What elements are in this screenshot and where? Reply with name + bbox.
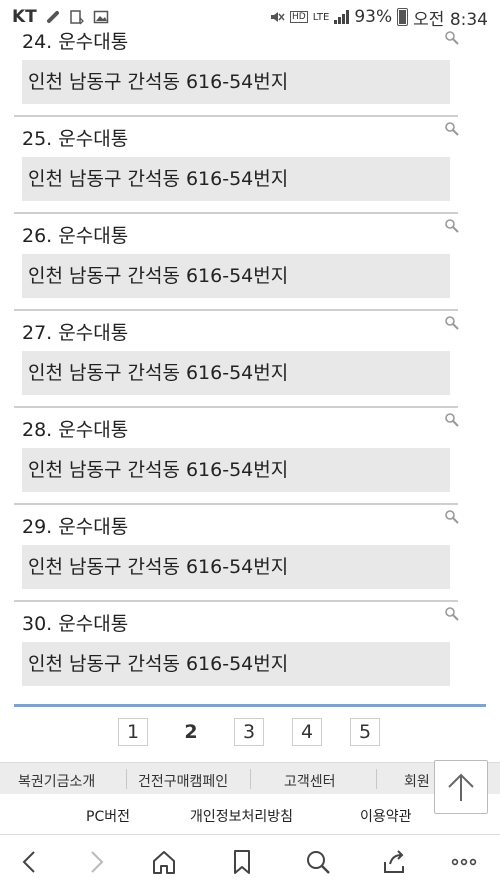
search-icon[interactable] <box>444 121 460 137</box>
screenshot-icon <box>70 10 84 25</box>
divider <box>250 769 251 789</box>
store-name: 26. 운수대통 <box>22 225 129 247</box>
list-divider <box>14 704 486 707</box>
search-icon[interactable] <box>304 848 332 876</box>
battery-label: 93% <box>354 7 393 27</box>
home-icon[interactable] <box>150 848 178 876</box>
search-icon[interactable] <box>444 315 460 331</box>
page-button[interactable]: 3 <box>234 718 264 746</box>
page-button-current[interactable]: 2 <box>176 718 206 746</box>
link-icon <box>46 11 59 23</box>
store-address: 인천 남동구 간석동 616-54번지 <box>22 642 450 686</box>
battery-icon <box>397 8 409 26</box>
footer-links: PC버전 개인정보처리방침 이용약관 <box>0 794 500 834</box>
scroll-top-button[interactable] <box>434 760 488 814</box>
signal-icon <box>334 10 350 24</box>
search-icon[interactable] <box>444 30 460 46</box>
search-icon[interactable] <box>444 412 460 428</box>
mute-icon <box>271 12 285 22</box>
list-item[interactable]: 29. 운수대통 인천 남동구 간석동 616-54번지 <box>14 505 460 602</box>
footer-menu: 복권기금소개 건전구매캠페인 고객센터 회원 <box>0 762 500 795</box>
share-icon[interactable] <box>380 848 408 876</box>
store-name: 24. 운수대통 <box>22 31 129 53</box>
store-address: 인천 남동구 간석동 616-54번지 <box>22 545 450 589</box>
divider <box>126 769 127 789</box>
bookmark-icon[interactable] <box>228 848 256 876</box>
page-button[interactable]: 5 <box>350 718 380 746</box>
forward-icon[interactable] <box>82 848 110 876</box>
store-name: 25. 운수대통 <box>22 128 129 150</box>
carrier-label: KT <box>12 7 37 27</box>
image-icon <box>93 10 109 24</box>
privacy-policy-link[interactable]: 개인정보처리방침 <box>190 806 293 826</box>
divider <box>376 769 377 789</box>
page-button[interactable]: 4 <box>292 718 322 746</box>
footer-menu-lottery-fund[interactable]: 복권기금소개 <box>18 771 95 791</box>
search-icon[interactable] <box>444 606 460 622</box>
footer-menu-campaign[interactable]: 건전구매캠페인 <box>138 771 228 791</box>
store-address: 인천 남동구 간석동 616-54번지 <box>22 351 450 395</box>
footer-menu-member[interactable]: 회원 <box>404 771 430 791</box>
list-item[interactable]: 26. 운수대통 인천 남동구 간석동 616-54번지 <box>14 214 460 311</box>
footer-menu-customer-center[interactable]: 고객센터 <box>284 771 336 791</box>
arrow-up-icon <box>448 773 474 801</box>
pagination: 1 2 3 4 5 <box>118 718 380 746</box>
store-name: 28. 운수대통 <box>22 419 129 441</box>
list-item[interactable]: 25. 운수대통 인천 남동구 간석동 616-54번지 <box>14 117 460 214</box>
list-item[interactable]: 30. 운수대통 인천 남동구 간석동 616-54번지 <box>14 602 460 699</box>
store-address: 인천 남동구 간석동 616-54번지 <box>22 254 450 298</box>
store-address: 인천 남동구 간석동 616-54번지 <box>22 448 450 492</box>
store-name: 30. 운수대통 <box>22 613 129 635</box>
store-name: 29. 운수대통 <box>22 516 129 538</box>
search-icon[interactable] <box>444 218 460 234</box>
list-item[interactable]: 28. 운수대통 인천 남동구 간석동 616-54번지 <box>14 408 460 505</box>
page-button[interactable]: 1 <box>118 718 148 746</box>
browser-nav-bar <box>0 834 500 889</box>
more-icon[interactable] <box>450 848 478 876</box>
store-list: 24. 운수대통 인천 남동구 간석동 616-54번지 25. 운수대통 인천… <box>14 26 460 699</box>
store-address: 인천 남동구 간석동 616-54번지 <box>22 157 450 201</box>
list-item[interactable]: 24. 운수대통 인천 남동구 간석동 616-54번지 <box>14 26 460 117</box>
hd-icon: HD <box>290 11 308 23</box>
back-icon[interactable] <box>16 848 44 876</box>
search-icon[interactable] <box>444 509 460 525</box>
store-address: 인천 남동구 간석동 616-54번지 <box>22 60 450 104</box>
pc-version-link[interactable]: PC버전 <box>86 806 130 826</box>
list-item[interactable]: 27. 운수대통 인천 남동구 간석동 616-54번지 <box>14 311 460 408</box>
terms-link[interactable]: 이용약관 <box>360 806 412 826</box>
store-name: 27. 운수대통 <box>22 322 129 344</box>
network-label: LTE <box>312 11 330 23</box>
